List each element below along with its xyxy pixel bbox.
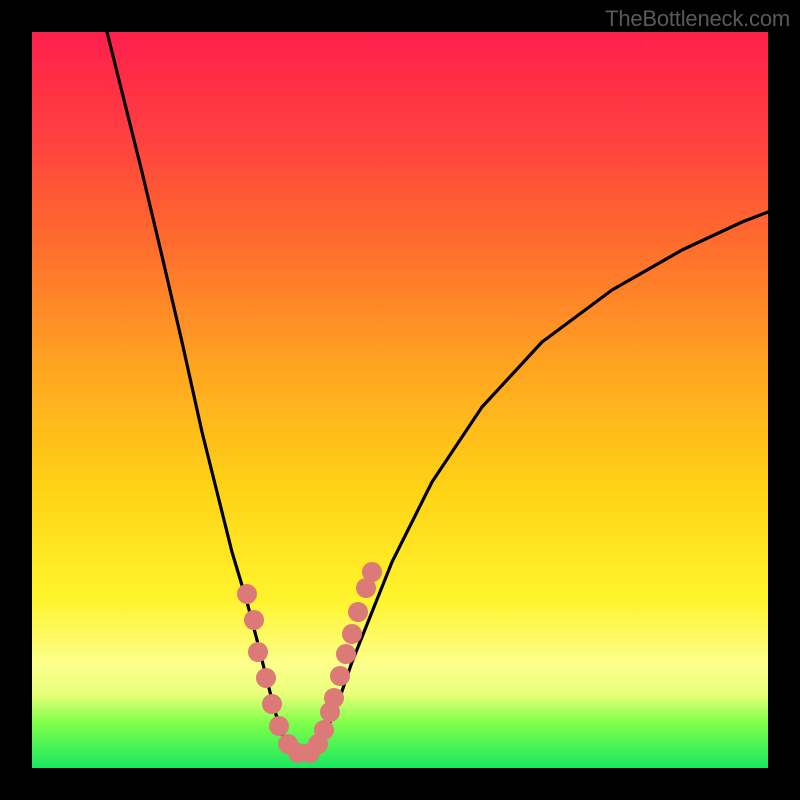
- curve-left-branch: [107, 32, 297, 752]
- chart-frame: TheBottleneck.com: [0, 0, 800, 800]
- data-marker: [342, 624, 362, 644]
- watermark-text: TheBottleneck.com: [605, 6, 790, 32]
- data-marker: [362, 562, 382, 582]
- data-marker: [237, 584, 257, 604]
- plot-area: [32, 32, 768, 768]
- data-marker: [248, 642, 268, 662]
- data-marker: [348, 602, 368, 622]
- data-marker: [330, 666, 350, 686]
- data-marker: [336, 644, 356, 664]
- curve-layer: [32, 32, 768, 768]
- curve-right-branch: [310, 212, 768, 752]
- data-marker: [324, 688, 344, 708]
- data-marker: [262, 694, 282, 714]
- data-marker: [256, 668, 276, 688]
- data-marker: [269, 716, 289, 736]
- data-marker: [244, 610, 264, 630]
- data-marker: [314, 720, 334, 740]
- data-markers: [237, 562, 382, 763]
